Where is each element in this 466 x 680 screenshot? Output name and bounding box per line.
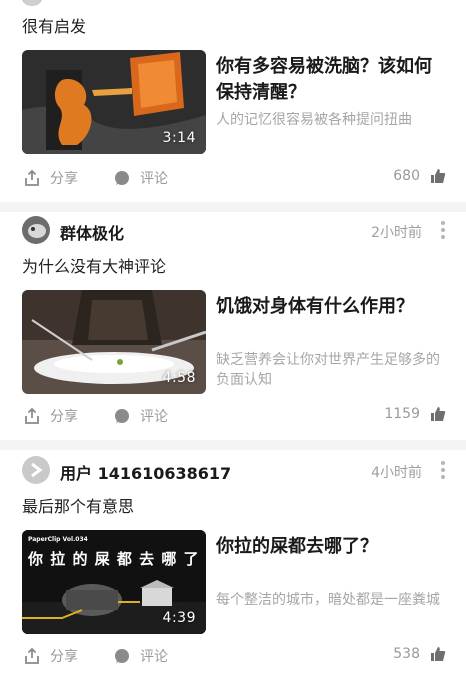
avatar[interactable] [22, 456, 50, 484]
share-icon [25, 648, 39, 664]
thumbs-up-icon [431, 407, 446, 421]
thumbs-up-icon [431, 647, 446, 661]
share-button[interactable]: 分享 [24, 168, 78, 188]
post-time: 2小时前 [371, 225, 422, 241]
post-comment-text: 很有启发 [22, 17, 87, 36]
thumbs-up-icon [431, 169, 446, 183]
comment-bubble-icon [115, 649, 129, 663]
video-title[interactable]: 你拉的屎都去哪了？ [216, 534, 446, 560]
comment-bubble-icon [115, 409, 129, 423]
video-duration: 3:14 [162, 130, 196, 146]
thumbnail-caption: 你 拉 的 屎 都 去 哪 了 [28, 550, 200, 568]
post-time: 4小时前 [371, 465, 422, 481]
share-label: 分享 [50, 171, 78, 187]
post-header: 用户 141610638617 4小时前 [0, 454, 466, 488]
like-count: 1159 [384, 406, 420, 422]
more-vertical-icon[interactable] [440, 460, 446, 480]
post-actions: 分享 评论 538 [0, 646, 466, 670]
post-actions: 分享 评论 680 [0, 168, 466, 192]
share-icon [25, 408, 39, 424]
post-comment-text: 最后那个有意思 [22, 497, 135, 516]
comment-button[interactable]: 评论 [114, 646, 168, 666]
avatar[interactable] [22, 0, 42, 6]
comment-button[interactable]: 评论 [114, 168, 168, 188]
video-title[interactable]: 饥饿对身体有什么作用？ [216, 294, 446, 320]
video-description: 缺乏营养会让你对世界产生足够多的负面认知 [216, 352, 440, 388]
more-vertical-icon[interactable] [440, 220, 446, 240]
video-thumbnail[interactable]: PaperClip Vol.034 你 拉 的 屎 都 去 哪 了 4:39 [22, 530, 206, 634]
like-button[interactable]: 1159 [384, 406, 446, 422]
avatar[interactable] [22, 216, 50, 244]
comment-label: 评论 [140, 171, 168, 187]
share-icon [25, 170, 39, 186]
video-description: 每个整洁的城市，暗处都是一座粪城 [216, 592, 440, 608]
comment-label: 评论 [140, 409, 168, 425]
post-header: 群体极化 2小时前 [0, 214, 466, 248]
divider [0, 440, 466, 450]
like-button[interactable]: 538 [393, 646, 446, 662]
post-comment-text: 为什么没有大神评论 [22, 257, 167, 276]
like-count: 680 [393, 168, 420, 184]
user-name[interactable]: 用户 141610638617 [60, 460, 231, 484]
video-description: 人的记忆很容易被各种提问扭曲 [216, 112, 412, 128]
share-label: 分享 [50, 649, 78, 665]
share-button[interactable]: 分享 [24, 406, 78, 426]
thumbnail-badge: PaperClip Vol.034 [28, 536, 88, 543]
video-duration: 4:58 [162, 370, 196, 386]
comment-button[interactable]: 评论 [114, 406, 168, 426]
like-button[interactable]: 680 [393, 168, 446, 184]
video-title[interactable]: 你有多容易被洗脑？该如何保持清醒？ [216, 54, 446, 106]
default-avatar-icon [22, 456, 50, 484]
share-button[interactable]: 分享 [24, 646, 78, 666]
divider [0, 202, 466, 212]
user-name[interactable]: 群体极化 [60, 220, 124, 244]
video-thumbnail[interactable]: 4:58 [22, 290, 206, 394]
share-label: 分享 [50, 409, 78, 425]
post-actions: 分享 评论 1159 [0, 406, 466, 430]
video-thumbnail[interactable]: 3:14 [22, 50, 206, 154]
avatar-image [22, 216, 50, 244]
like-count: 538 [393, 646, 420, 662]
comment-bubble-icon [115, 171, 129, 185]
comment-label: 评论 [140, 649, 168, 665]
video-duration: 4:39 [162, 610, 196, 626]
